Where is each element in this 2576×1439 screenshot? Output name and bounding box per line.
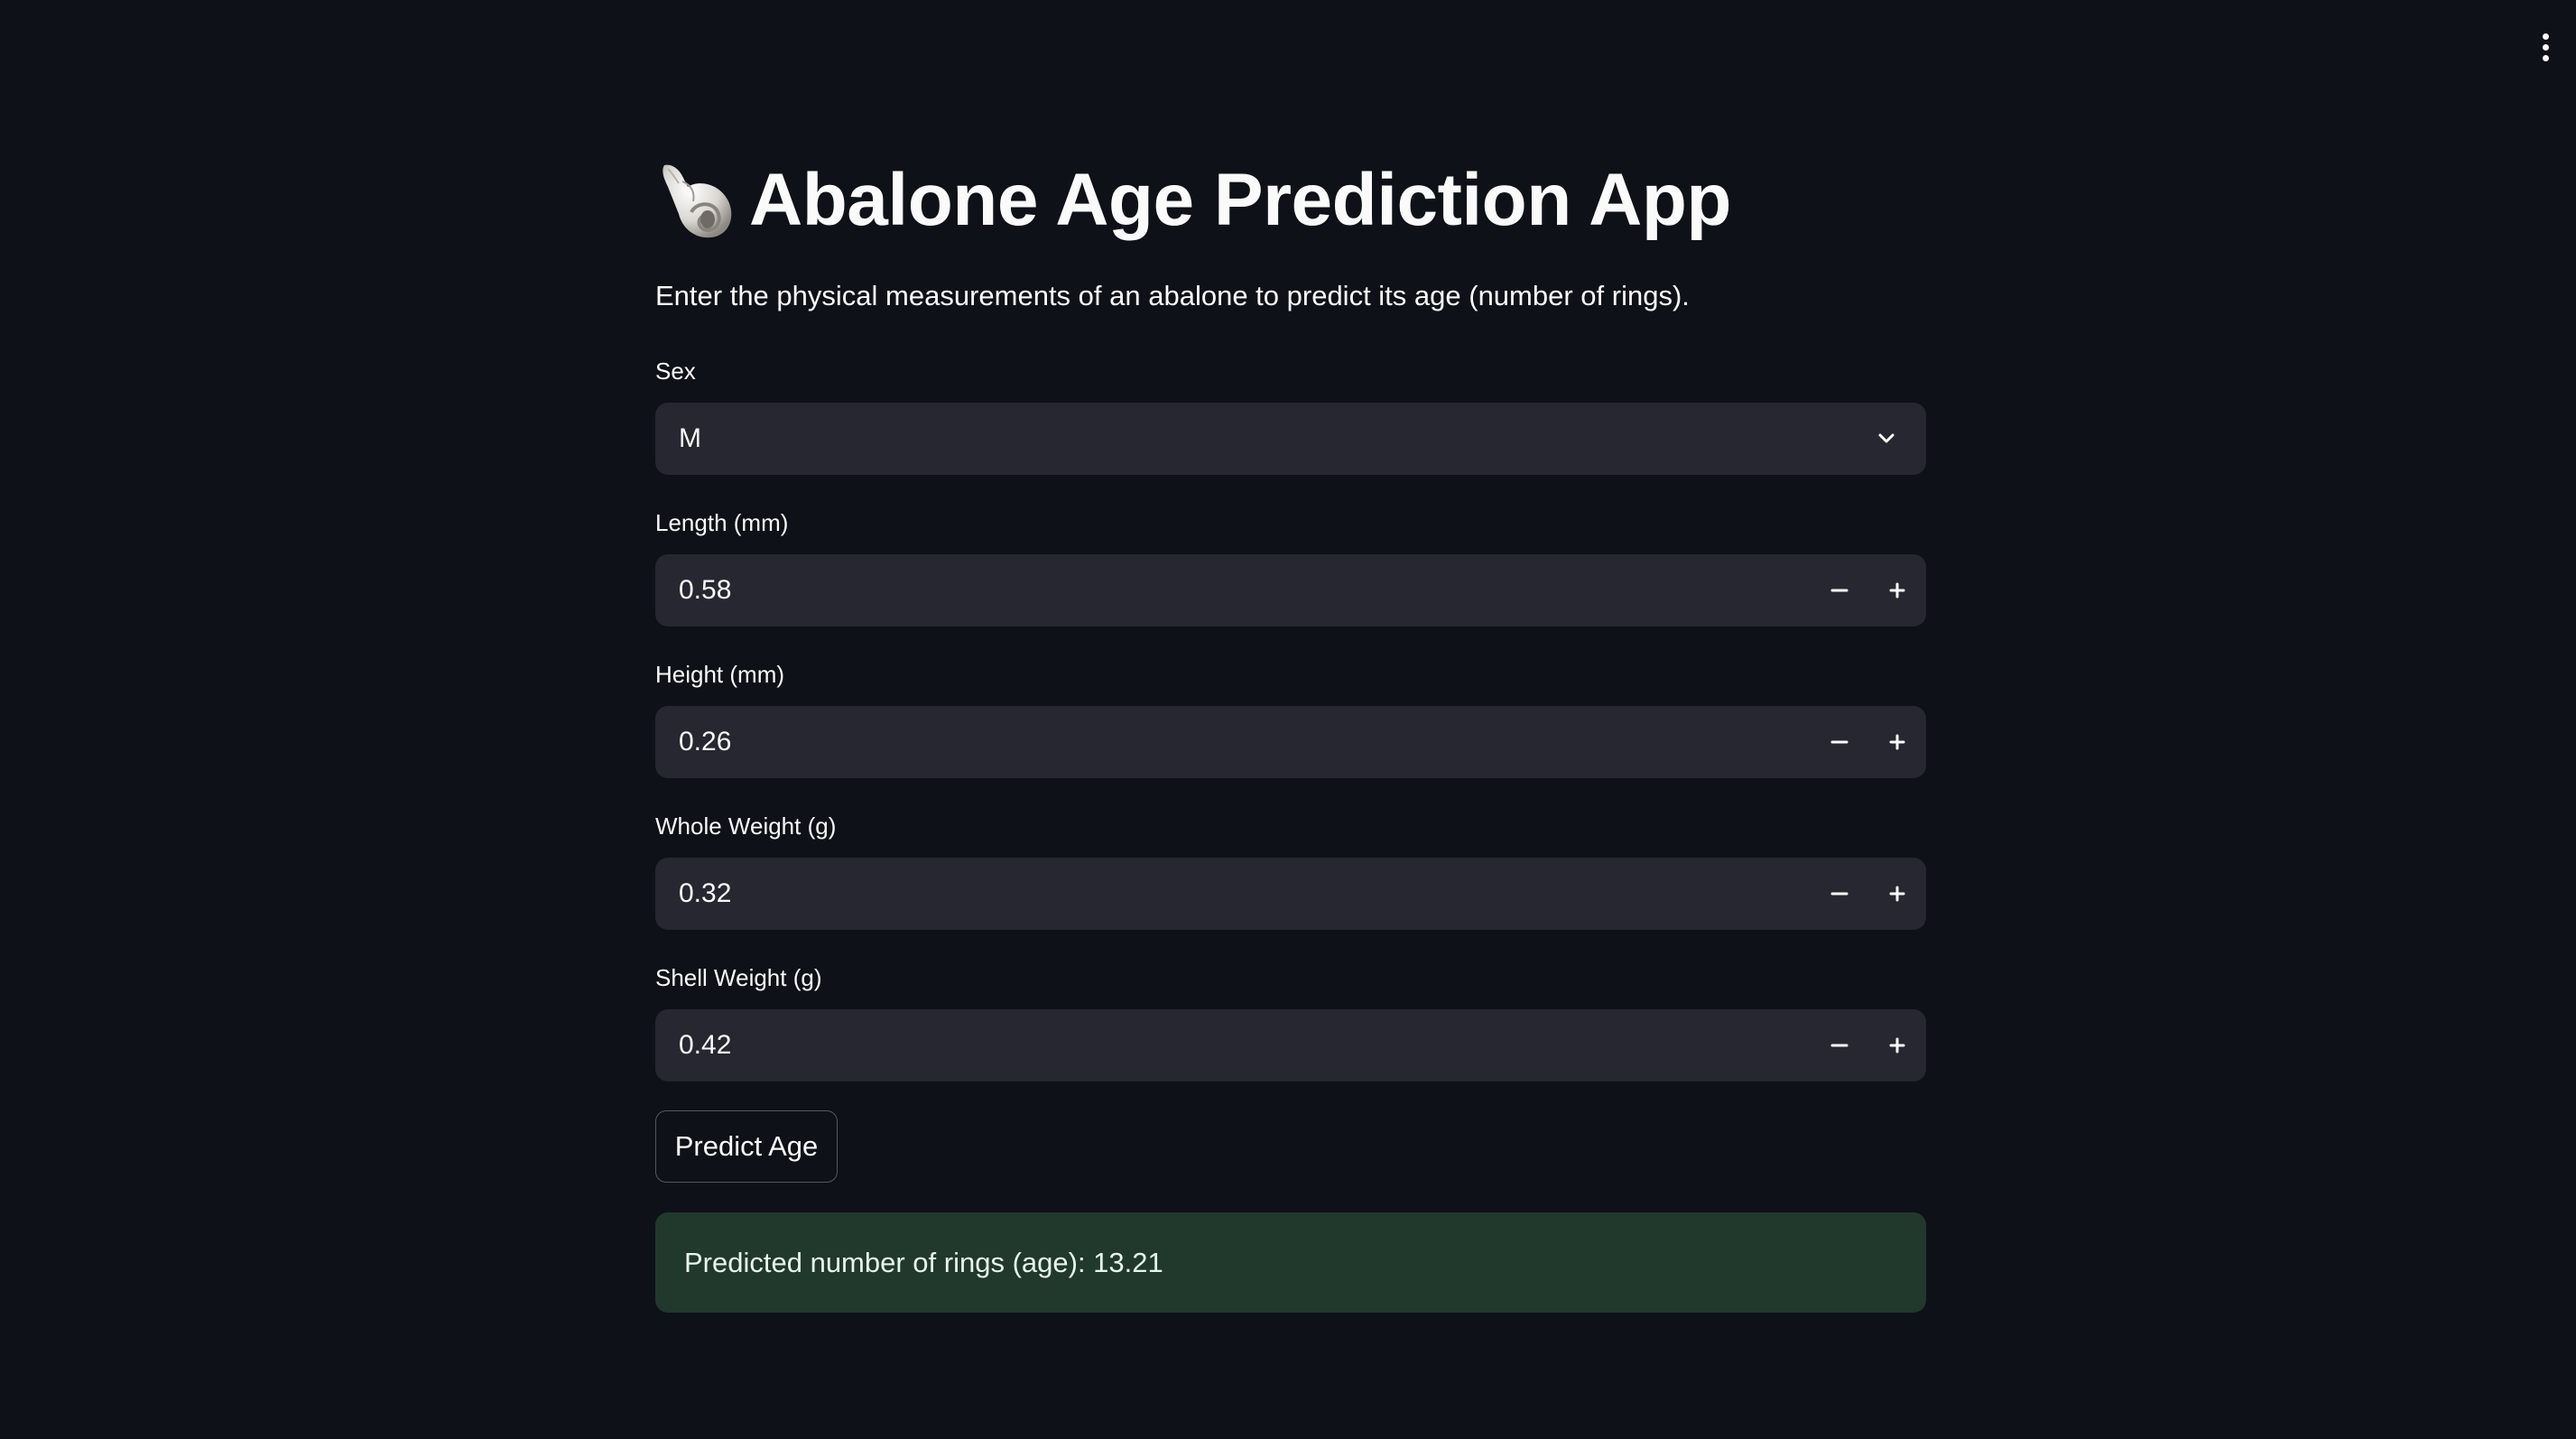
whole-weight-increment-button[interactable] [1868, 858, 1926, 930]
height-label: Height (mm) [655, 661, 785, 688]
menu-dot [2542, 43, 2549, 51]
plus-icon [1889, 886, 1905, 902]
chevron-down-icon [1878, 433, 1895, 443]
length-increment-button[interactable] [1868, 554, 1926, 627]
minus-icon [1830, 892, 1849, 896]
plus-icon [1889, 734, 1905, 750]
height-increment-button[interactable] [1868, 706, 1926, 778]
shell-weight-decrement-button[interactable] [1811, 1009, 1868, 1082]
page-description: Enter the physical measurements of an ab… [655, 280, 1690, 311]
sex-selected-value: M [679, 423, 701, 453]
menu-dot [2542, 54, 2549, 61]
whole-weight-value: 0.32 [679, 878, 732, 908]
shell-weight-label: Shell Weight (g) [655, 964, 822, 991]
length-value: 0.58 [679, 575, 732, 605]
height-decrement-button[interactable] [1811, 706, 1868, 778]
height-value: 0.26 [679, 727, 732, 757]
shell-weight-value: 0.42 [679, 1030, 732, 1060]
prediction-result-text: Predicted number of rings (age): 13.21 [684, 1247, 1163, 1278]
length-label: Length (mm) [655, 509, 789, 536]
app-page: Abalone Age Prediction App Enter the phy… [0, 0, 2576, 1439]
length-number-input[interactable]: 0.58 [655, 554, 1926, 627]
menu-dot [2542, 32, 2549, 40]
sex-select[interactable]: M [655, 403, 1926, 475]
prediction-result-alert: Predicted number of rings (age): 13.21 [655, 1212, 1926, 1313]
minus-icon [1830, 589, 1849, 592]
page-title: Abalone Age Prediction App [749, 159, 1732, 241]
predict-age-button[interactable]: Predict Age [655, 1110, 838, 1183]
whole-weight-number-input[interactable]: 0.32 [655, 858, 1926, 930]
height-number-input[interactable]: 0.26 [655, 706, 1926, 778]
spiral-shell-emoji-icon [663, 164, 732, 238]
shell-weight-increment-button[interactable] [1868, 1009, 1926, 1082]
shell-weight-number-input[interactable]: 0.42 [655, 1009, 1926, 1082]
plus-icon [1889, 1037, 1905, 1054]
kebab-menu-icon[interactable] [2533, 27, 2558, 67]
plus-icon [1889, 582, 1905, 599]
minus-icon [1830, 740, 1849, 744]
length-decrement-button[interactable] [1811, 554, 1868, 627]
whole-weight-label: Whole Weight (g) [655, 812, 837, 840]
page-header: Abalone Age Prediction App [655, 152, 1732, 249]
whole-weight-decrement-button[interactable] [1811, 858, 1868, 930]
sex-label: Sex [655, 357, 696, 385]
minus-icon [1830, 1044, 1849, 1047]
